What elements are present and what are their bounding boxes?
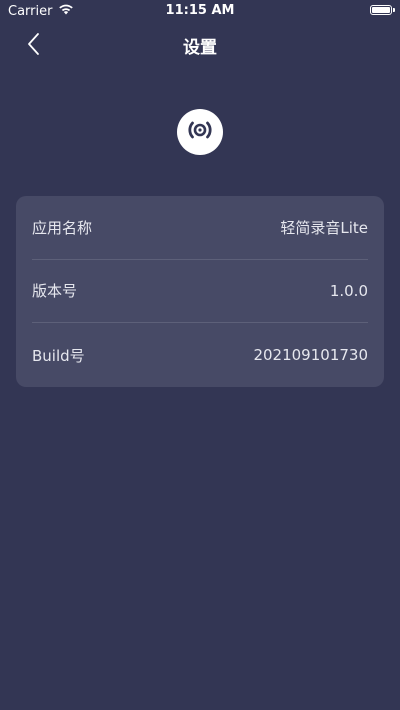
- info-row-build: Build号 202109101730: [32, 323, 368, 387]
- build-value: 202109101730: [253, 346, 368, 365]
- app-name-value: 轻简录音Lite: [280, 218, 368, 237]
- version-label: 版本号: [32, 282, 78, 301]
- info-row-version: 版本号 1.0.0: [32, 260, 368, 324]
- battery-fill: [372, 7, 390, 13]
- version-value: 1.0.0: [329, 281, 368, 300]
- app-logo: [177, 109, 223, 155]
- status-bar: Carrier 11:15 AM: [0, 0, 400, 22]
- app-info-card: 应用名称 轻简录音Lite 版本号 1.0.0 Build号 202109101…: [16, 196, 384, 387]
- page-title: 设置: [183, 38, 217, 58]
- broadcast-icon: [185, 115, 215, 149]
- battery-icon: [370, 5, 395, 15]
- status-time: 11:15 AM: [165, 3, 235, 18]
- info-row-app-name: 应用名称 轻简录音Lite: [32, 196, 368, 260]
- nav-bar: 设置: [0, 22, 400, 66]
- build-label: Build号: [32, 346, 85, 365]
- app-name-label: 应用名称: [32, 218, 93, 237]
